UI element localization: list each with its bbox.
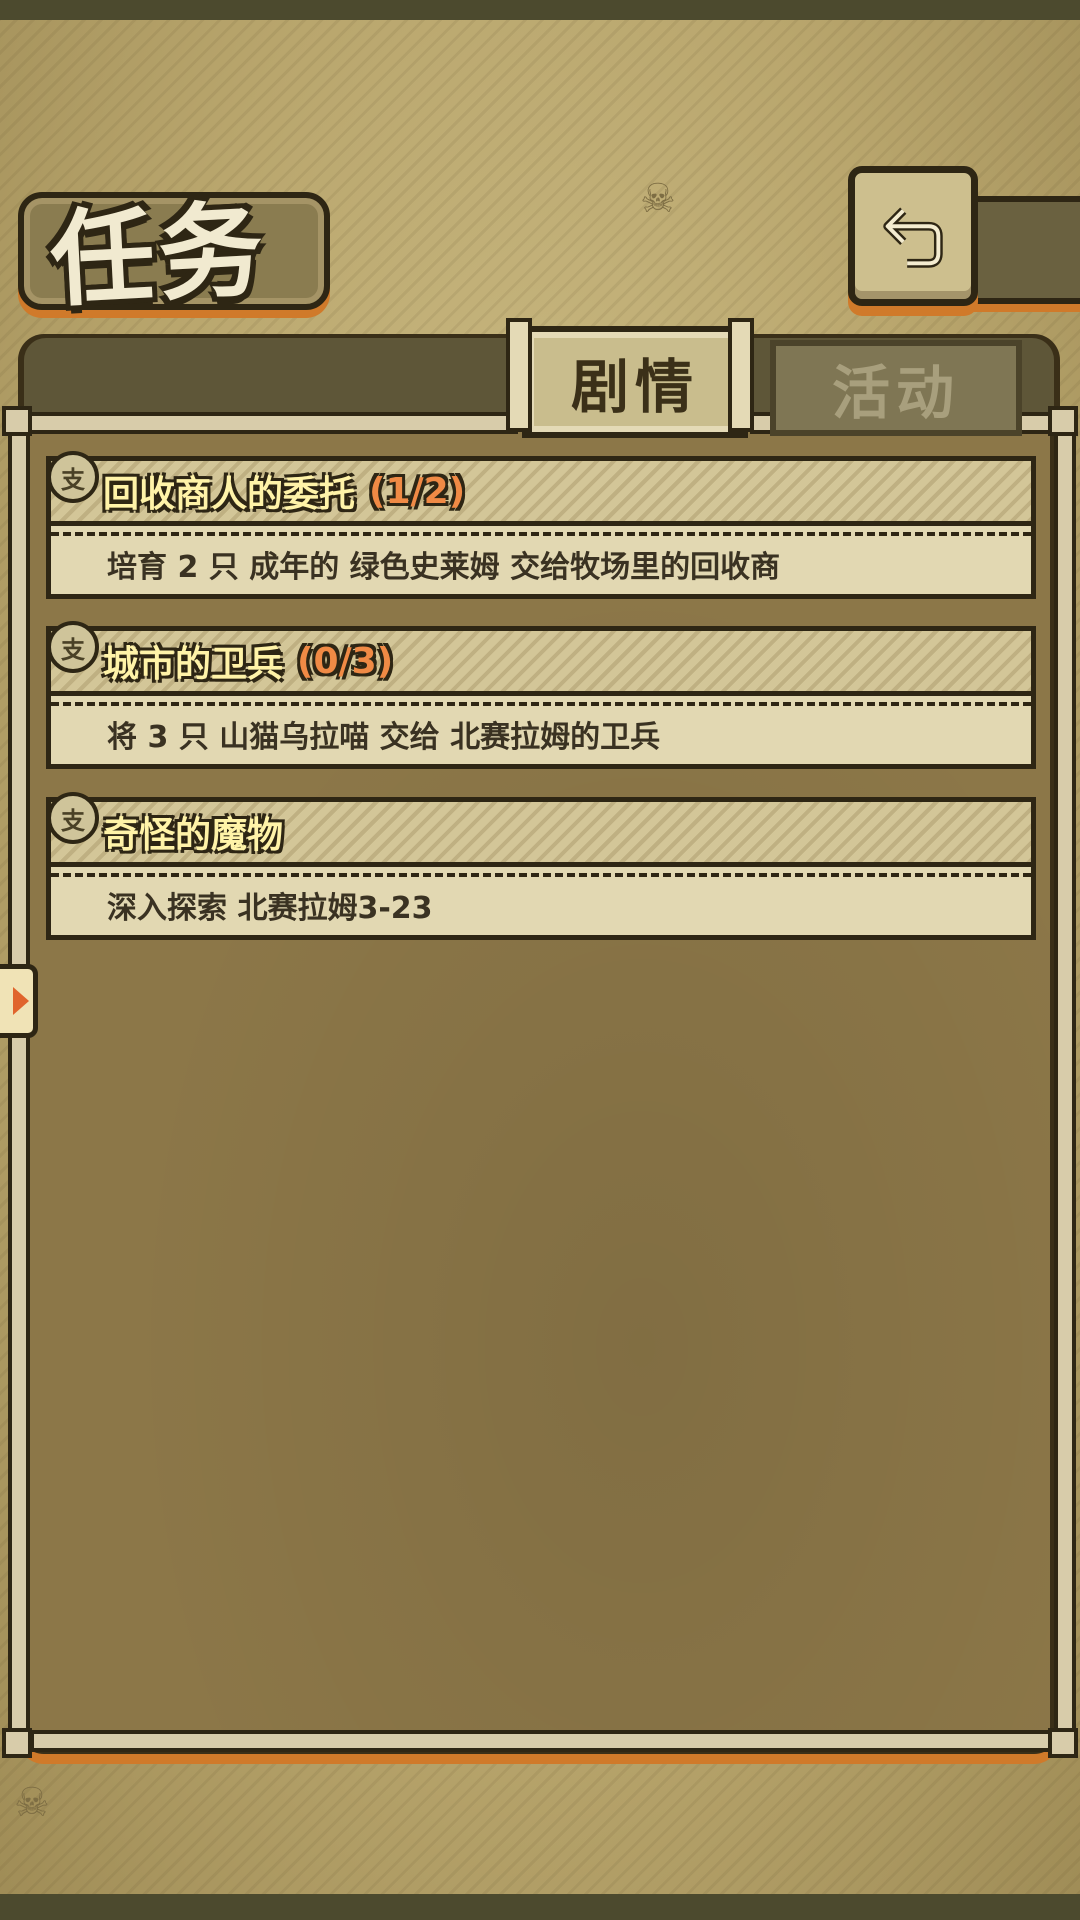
rivet — [2, 1728, 32, 1758]
tab-story[interactable]: 剧情 — [522, 326, 748, 438]
quest-title: 城市的卫兵 — [103, 644, 284, 685]
side-quest-badge: 支 — [47, 792, 99, 844]
quest-card[interactable]: 支 回收商人的委托 (1/2) 培育 2 只 成年的 绿色史莱姆 交给牧场里的回… — [46, 451, 1036, 599]
quest-body: 深入探索 北赛拉姆3-23 — [46, 867, 1036, 940]
quest-description: 将 3 只 山猫乌拉喵 交给 北赛拉姆的卫兵 — [107, 720, 661, 755]
top-zigzag-border — [0, 0, 1080, 40]
rivet — [1048, 406, 1078, 436]
quest-description: 培育 2 只 成年的 绿色史莱姆 交给牧场里的回收商 — [107, 550, 781, 585]
quest-progress: (1/2) — [369, 470, 466, 512]
panel-rail — [8, 420, 30, 1748]
tab-events[interactable]: 活动 — [770, 340, 1022, 436]
tab-post — [728, 318, 754, 432]
quest-progress: (0/3) — [297, 640, 394, 682]
skull-map-icon: ☠ — [14, 1780, 50, 1826]
rivet — [1048, 1728, 1078, 1758]
tab-post — [506, 318, 532, 432]
quest-body: 培育 2 只 成年的 绿色史莱姆 交给牧场里的回收商 — [46, 526, 1036, 599]
quest-card[interactable]: 支 城市的卫兵 (0/3) 将 3 只 山猫乌拉喵 交给 北赛拉姆的卫兵 — [46, 621, 1036, 769]
side-expand-arrow-icon[interactable] — [0, 964, 38, 1038]
quest-header: 支 城市的卫兵 (0/3) — [46, 621, 1036, 691]
side-quest-badge: 支 — [47, 451, 99, 503]
quest-header: 支 奇怪的魔物 — [46, 792, 1036, 862]
back-arrow-icon — [883, 207, 943, 268]
panel-rail — [30, 1730, 1058, 1752]
quest-title: 回收商人的委托 — [103, 474, 356, 515]
quest-body: 将 3 只 山猫乌拉喵 交给 北赛拉姆的卫兵 — [46, 696, 1036, 769]
quest-header: 支 回收商人的委托 (1/2) — [46, 451, 1036, 521]
bottom-zigzag-border — [0, 1880, 1080, 1920]
quest-title: 奇怪的魔物 — [103, 815, 284, 856]
quest-card[interactable]: 支 奇怪的魔物 深入探索 北赛拉姆3-23 — [46, 792, 1036, 940]
back-button[interactable] — [848, 166, 978, 306]
side-quest-badge: 支 — [47, 621, 99, 673]
rivet — [2, 406, 32, 436]
quest-description: 深入探索 北赛拉姆3-23 — [107, 891, 433, 926]
skull-map-icon: ☠ — [640, 176, 676, 222]
panel-rail — [1054, 420, 1076, 1748]
panel-rail — [10, 412, 518, 434]
page-title: 任务 — [47, 188, 270, 322]
